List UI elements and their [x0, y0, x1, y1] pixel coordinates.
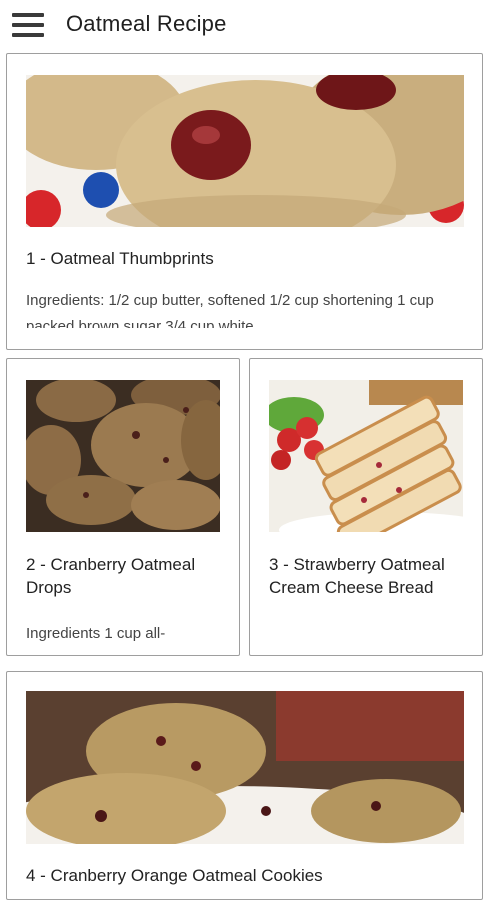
recipe-description: Ingredients: 1/2 cup butter, softened 1/…: [26, 292, 434, 328]
recipe-card-cranberry-oatmeal-drops[interactable]: 2 - Cranberry Oatmeal Drops Ingredients …: [6, 358, 240, 656]
recipe-card-cranberry-orange-oatmeal-cookies[interactable]: 4 - Cranberry Orange Oatmeal Cookies: [6, 671, 483, 900]
app-bar: Oatmeal Recipe: [0, 0, 487, 50]
recipe-title: 2 - Cranberry Oatmeal Drops: [26, 555, 196, 597]
menu-bar: [12, 33, 44, 37]
hamburger-menu-icon[interactable]: [12, 10, 44, 40]
recipe-thumbnail-image: [26, 380, 220, 532]
recipe-thumbnail-image: [26, 691, 464, 844]
recipe-thumbnail-image: [269, 380, 463, 532]
recipe-card-strawberry-oatmeal-cream-cheese-bread[interactable]: 3 - Strawberry Oatmeal Cream Cheese Brea…: [249, 358, 483, 656]
recipe-description: Ingredients 1 cup all-: [26, 625, 166, 642]
menu-bar: [12, 13, 44, 17]
menu-bar: [12, 23, 44, 27]
recipe-thumbnail-image: [26, 75, 464, 227]
page-title: Oatmeal Recipe: [66, 11, 227, 36]
recipe-card-oatmeal-thumbprints[interactable]: 1 - Oatmeal Thumbprints Ingredients: 1/2…: [6, 53, 483, 350]
recipe-title: 3 - Strawberry Oatmeal Cream Cheese Brea…: [269, 555, 445, 597]
recipe-title: 4 - Cranberry Orange Oatmeal Cookies: [26, 866, 323, 885]
recipe-title: 1 - Oatmeal Thumbprints: [26, 249, 214, 268]
